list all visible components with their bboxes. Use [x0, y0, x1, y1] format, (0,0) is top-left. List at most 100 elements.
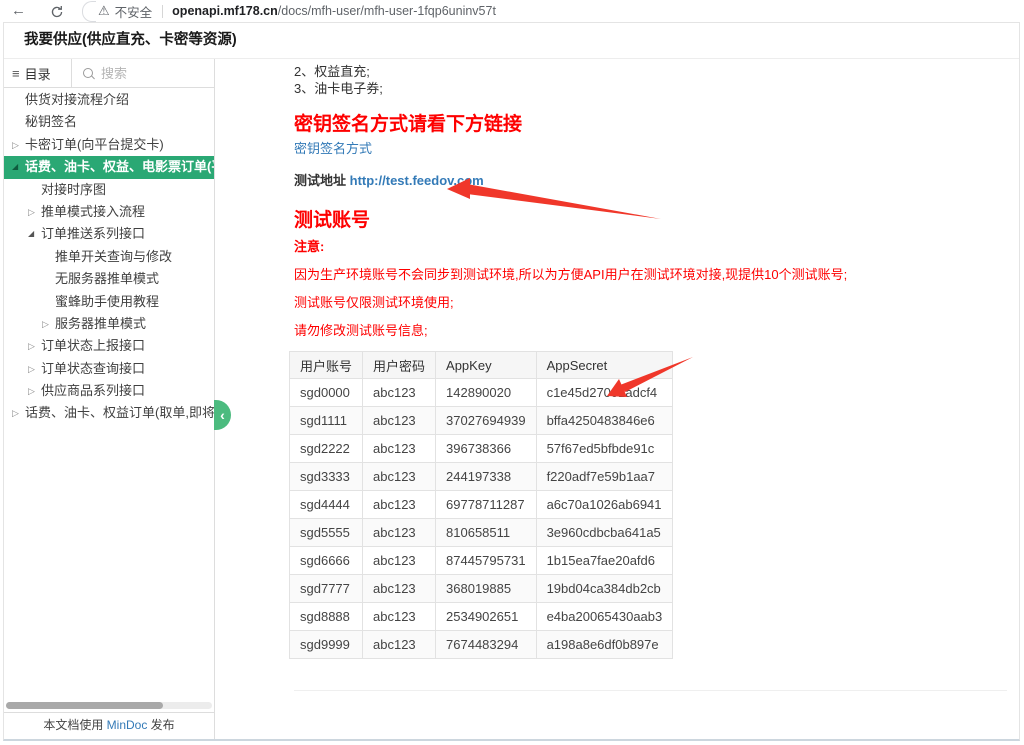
table-cell: 87445795731 [436, 547, 537, 575]
tree-expanded-icon[interactable]: ◢ [12, 156, 18, 178]
note-line: 请勿修改测试账号信息; [294, 322, 428, 339]
sidebar-item-label: 服务器推单模式 [55, 316, 146, 331]
tree-collapsed-icon[interactable]: ▷ [12, 402, 19, 424]
table-cell: abc123 [363, 407, 436, 435]
list-item: 2、权益直充; [294, 63, 370, 80]
sidebar-item[interactable]: 蜜蜂助手使用教程 [4, 291, 214, 313]
sidebar-item-label: 订单状态上报接口 [41, 338, 145, 353]
sidebar-item-label: 卡密订单(向平台提交卡) [25, 137, 164, 152]
tree-collapsed-icon[interactable]: ▷ [12, 134, 19, 156]
table-cell: 244197338 [436, 463, 537, 491]
table-cell: sgd2222 [290, 435, 363, 463]
table-cell: 810658511 [436, 519, 537, 547]
test-accounts-table: 用户账号用户密码AppKeyAppSecret sgd0000abc123142… [289, 351, 673, 659]
sidebar-item[interactable]: 对接时序图 [4, 179, 214, 201]
table-cell: abc123 [363, 603, 436, 631]
table-cell: 19bd04ca384db2cb [536, 575, 673, 603]
table-cell: abc123 [363, 575, 436, 603]
tree-collapsed-icon[interactable]: ▷ [28, 358, 35, 380]
table-cell: 1b15ea7fae20afd6 [536, 547, 673, 575]
sidebar-item-label: 供货对接流程介绍 [25, 92, 129, 107]
table-cell: sgd6666 [290, 547, 363, 575]
sidebar-item[interactable]: ▷ 订单状态上报接口 [4, 335, 214, 357]
sidebar-item[interactable]: ▷ 服务器推单模式 [4, 313, 214, 335]
note-line: 测试账号仅限测试环境使用; [294, 294, 454, 311]
table-cell: f220adf7e59b1aa7 [536, 463, 673, 491]
signature-method-link[interactable]: 密钥签名方式 [294, 141, 372, 156]
table-cell: sgd3333 [290, 463, 363, 491]
table-cell: 2534902651 [436, 603, 537, 631]
sidebar-item[interactable]: ▷话费、油卡、权益订单(取单,即将关闭 [4, 402, 214, 424]
security-warning-icon[interactable]: ⚠ [98, 3, 110, 19]
sidebar-item[interactable]: ▷ 推单模式接入流程 [4, 201, 214, 223]
table-row: sgd4444abc12369778711287a6c70a1026ab6941 [290, 491, 673, 519]
footer-text-suffix: 发布 [147, 718, 174, 732]
sidebar-item-label: 秘钥签名 [25, 114, 77, 129]
table-row: sgd8888abc1232534902651e4ba20065430aab3 [290, 603, 673, 631]
table-row: sgd6666abc123874457957311b15ea7fae20afd6 [290, 547, 673, 575]
sidebar-footer: 本文档使用 MinDoc 发布 [4, 712, 214, 739]
search-icon [83, 68, 93, 78]
table-cell: abc123 [363, 519, 436, 547]
table-cell: abc123 [363, 547, 436, 575]
mindoc-link[interactable]: MinDoc [107, 718, 148, 732]
table-body: sgd0000abc123142890020c1e45d27001adcf4sg… [290, 379, 673, 659]
sidebar-horizontal-scrollbar [6, 702, 212, 709]
sidebar-tabs: ≡ 目录 [4, 59, 214, 88]
table-cell: sgd9999 [290, 631, 363, 659]
table-row: sgd1111abc12337027694939bffa4250483846e6 [290, 407, 673, 435]
tree-collapsed-icon[interactable]: ▷ [28, 335, 35, 357]
sidebar-item[interactable]: 供货对接流程介绍 [4, 89, 214, 111]
content-divider [294, 690, 1007, 691]
tree-collapsed-icon[interactable]: ▷ [28, 380, 35, 402]
sidebar-item-label: 订单状态查询接口 [41, 361, 145, 376]
url-host[interactable]: openapi.mf178.cn [172, 4, 278, 18]
page-title: 我要供应(供应直充、卡密等资源) [4, 23, 1019, 58]
sidebar-item-label: 话费、油卡、权益、电影票订单(平台主 [25, 159, 214, 174]
tree-expanded-icon[interactable]: ◢ [28, 223, 34, 245]
sidebar-item[interactable]: 秘钥签名 [4, 111, 214, 133]
sidebar-menu: 供货对接流程介绍秘钥签名 ▷ 卡密订单(向平台提交卡) ◢ 话费、油卡、权益、电影票订单… [4, 89, 214, 677]
sidebar-item[interactable]: 无服务器推单模式 [4, 268, 214, 290]
table-cell: 37027694939 [436, 407, 537, 435]
note-title: 注意: [294, 238, 324, 255]
sidebar-item[interactable]: ▷ 订单状态查询接口 [4, 358, 214, 380]
url-path[interactable]: /docs/mfh-user/mfh-user-1fqp6uninv57t [278, 4, 496, 18]
address-separator [162, 5, 163, 18]
footer-text-prefix: 本文档使用 [43, 718, 106, 732]
table-row: sgd5555abc1238106585113e960cdbcba641a5 [290, 519, 673, 547]
table-row: sgd0000abc123142890020c1e45d27001adcf4 [290, 379, 673, 407]
tree-collapsed-icon[interactable]: ▷ [42, 313, 49, 335]
table-cell: 396738366 [436, 435, 537, 463]
table-header-row: 用户账号用户密码AppKeyAppSecret [290, 352, 673, 379]
scrollbar-thumb[interactable] [6, 702, 163, 709]
test-address-label: 测试地址 [294, 173, 346, 188]
table-header-cell: 用户密码 [363, 352, 436, 379]
sidebar-item[interactable]: ▷供应商品系列接口 [4, 380, 214, 402]
table-cell: sgd1111 [290, 407, 363, 435]
table-cell: 7674483294 [436, 631, 537, 659]
table-head: 用户账号用户密码AppKeyAppSecret [290, 352, 673, 379]
sidebar-item[interactable]: 推单开关查询与修改 [4, 246, 214, 268]
back-icon[interactable]: ← [11, 0, 26, 22]
sidebar-item-label: 推单模式接入流程 [41, 204, 145, 219]
table-header-cell: 用户账号 [290, 352, 363, 379]
tab-toc[interactable]: ≡ 目录 [4, 59, 72, 87]
sidebar-item[interactable]: ◢ 话费、油卡、权益、电影票订单(平台主 [4, 156, 214, 178]
table-cell: sgd0000 [290, 379, 363, 407]
table-cell: sgd4444 [290, 491, 363, 519]
search-input[interactable] [99, 65, 213, 82]
security-label[interactable]: 不安全 [115, 2, 153, 21]
sidebar-item-label: 订单推送系列接口 [41, 226, 145, 241]
test-address-link[interactable]: http://test.feedov.com [350, 173, 484, 188]
refresh-icon[interactable] [50, 5, 64, 19]
address-pill-edge [82, 1, 96, 22]
table-cell: sgd7777 [290, 575, 363, 603]
sidebar-item-label: 无服务器推单模式 [55, 271, 159, 286]
tree-collapsed-icon[interactable]: ▷ [28, 201, 35, 223]
sidebar-item[interactable]: ▷ 卡密订单(向平台提交卡) [4, 134, 214, 156]
table-cell: 368019885 [436, 575, 537, 603]
sidebar-item[interactable]: ◢ 订单推送系列接口 [4, 223, 214, 245]
table-cell: sgd8888 [290, 603, 363, 631]
table-cell: 142890020 [436, 379, 537, 407]
